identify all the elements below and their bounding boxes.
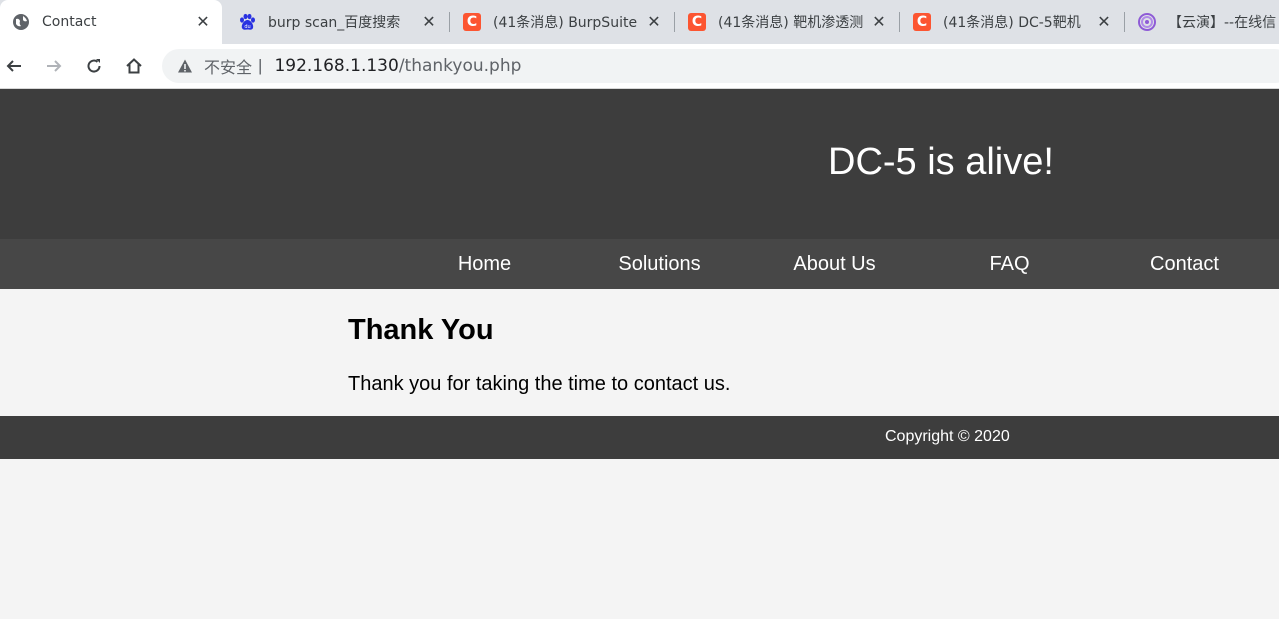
main-content: Thank You Thank you for taking the time … <box>0 289 1279 416</box>
tab-pentest[interactable]: C (41条消息) 靶机渗透测 ✕ <box>676 0 898 44</box>
baidu-icon: du <box>238 13 256 31</box>
nav-contact[interactable]: Contact <box>1097 239 1272 289</box>
close-tab-icon[interactable]: ✕ <box>1093 11 1115 33</box>
url-host: 192.168.1.130 <box>274 56 399 76</box>
forward-arrow-icon <box>47 60 62 72</box>
nav-about-us[interactable]: About Us <box>747 239 922 289</box>
tab-title: burp scan_百度搜索 <box>268 15 401 31</box>
globe-icon <box>12 13 30 31</box>
security-status[interactable]: 不安全 <box>204 54 252 78</box>
svg-text:du: du <box>244 24 250 30</box>
copyright-text: Copyright © 2020 <box>885 428 1010 445</box>
close-tab-icon[interactable]: ✕ <box>192 11 214 33</box>
tab-divider <box>1124 12 1125 32</box>
warning-icon[interactable] <box>176 57 194 75</box>
tab-divider <box>674 12 675 32</box>
close-tab-icon[interactable]: ✕ <box>643 11 665 33</box>
close-tab-icon[interactable]: ✕ <box>868 11 890 33</box>
tab-title: (41条消息) 靶机渗透测 <box>718 15 864 31</box>
address-separator: | <box>258 56 263 75</box>
nav-home[interactable]: Home <box>397 239 572 289</box>
reload-icon <box>87 59 101 73</box>
thank-you-message: Thank you for taking the time to contact… <box>348 373 731 395</box>
site-title: DC-5 is alive! <box>828 141 1054 183</box>
site-nav: Home Solutions About Us FAQ Contact <box>0 239 1279 289</box>
site-footer: Copyright © 2020 <box>0 416 1279 459</box>
tab-baidu[interactable]: du burp scan_百度搜索 ✕ <box>226 0 448 44</box>
nav-faq[interactable]: FAQ <box>922 239 1097 289</box>
home-button[interactable] <box>120 52 148 80</box>
tab-yunyan[interactable]: 【云演】--在线信 <box>1126 0 1279 44</box>
tab-title: Contact <box>42 14 97 30</box>
tab-contact[interactable]: Contact ✕ <box>0 0 222 44</box>
spiral-icon <box>1138 13 1156 31</box>
browser-toolbar: 不安全 | 192.168.1.130/thankyou.php <box>0 44 1279 89</box>
reload-button[interactable] <box>80 52 108 80</box>
csdn-icon: C <box>463 13 481 31</box>
tab-title: (41条消息) BurpSuite <box>493 15 638 31</box>
url-path: /thankyou.php <box>398 56 522 76</box>
csdn-icon: C <box>913 13 931 31</box>
site-header: DC-5 is alive! <box>0 89 1279 239</box>
nav-solutions[interactable]: Solutions <box>572 239 747 289</box>
back-button[interactable] <box>0 52 28 80</box>
tab-burpsuite[interactable]: C (41条消息) BurpSuite ✕ <box>451 0 673 44</box>
tab-divider <box>899 12 900 32</box>
tab-divider <box>449 12 450 32</box>
back-arrow-icon <box>6 60 21 72</box>
address-bar[interactable]: 不安全 | 192.168.1.130/thankyou.php <box>162 49 1279 83</box>
forward-button[interactable] <box>40 52 68 80</box>
tab-title: 【云演】--在线信 <box>1168 15 1277 31</box>
tab-strip: Contact ✕ du burp scan_百度搜索 ✕ C (41条消息) … <box>0 0 1279 44</box>
close-tab-icon[interactable]: ✕ <box>418 11 440 33</box>
tab-dc5[interactable]: C (41条消息) DC-5靶机 ✕ <box>901 0 1123 44</box>
page-heading: Thank You <box>348 314 494 346</box>
csdn-icon: C <box>688 13 706 31</box>
tab-title: (41条消息) DC-5靶机 <box>943 15 1081 31</box>
home-icon <box>126 58 142 74</box>
